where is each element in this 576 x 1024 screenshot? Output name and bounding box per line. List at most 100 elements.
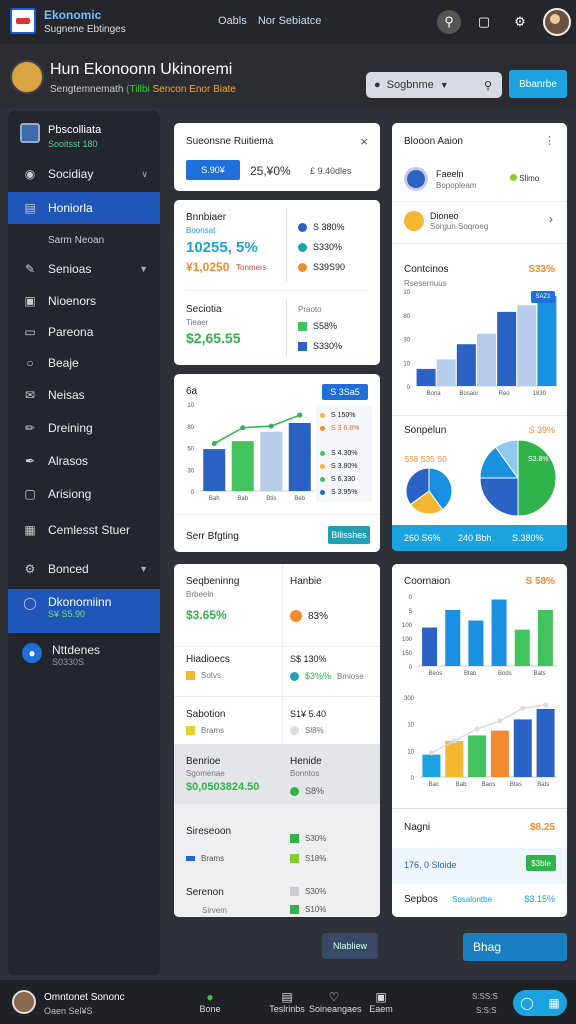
sidebar-item-bonced[interactable]: ⚙ Bonced ▼ bbox=[8, 553, 160, 585]
trend-point bbox=[543, 702, 549, 708]
legend-marker bbox=[290, 671, 299, 681]
y-tick-label: 0 bbox=[191, 490, 195, 496]
profile-avatar[interactable] bbox=[10, 60, 44, 94]
stat-value-orange: ¥1,0250 bbox=[186, 260, 230, 274]
search-icon[interactable]: ⚲ bbox=[484, 79, 492, 92]
chevron-right-icon[interactable]: › bbox=[549, 212, 553, 226]
close-icon[interactable]: × bbox=[360, 134, 368, 149]
card-value-secondary: £ 9.40dles bbox=[310, 166, 352, 176]
card-button[interactable]: S.90¥ bbox=[186, 160, 240, 180]
app-subtitle: Sugnene Ebtinges bbox=[44, 24, 126, 35]
avatar bbox=[404, 211, 424, 231]
divider bbox=[174, 696, 380, 697]
bar-chart: 0 10 10 300 Bac Bab Baos Btas Bats bbox=[404, 696, 557, 788]
more-icon[interactable]: ⋮ bbox=[544, 134, 555, 147]
chart-button[interactable]: S 3Sa5 bbox=[322, 384, 368, 400]
sidebar-item-arisiong[interactable]: ▢ Arisiong bbox=[8, 478, 160, 510]
sidebar-item-label: Nioenors bbox=[48, 294, 97, 308]
x-tick-label: Btas bbox=[510, 782, 522, 788]
chevron-down-icon[interactable]: ∨ bbox=[141, 169, 148, 180]
card-footer-button[interactable]: Bilisshes bbox=[328, 526, 370, 544]
footer-button[interactable]: $3ble bbox=[526, 855, 556, 871]
legend-marker bbox=[298, 321, 307, 331]
sidebar-item-cemlesst[interactable]: ▦ Cemlesst Stuer bbox=[8, 514, 160, 546]
chart-legend: S 150% S 3 6.8% S 4.30% S 3.80% S 6.330 … bbox=[316, 406, 372, 502]
legend-item: S330% bbox=[298, 341, 342, 351]
legend-label: S 3 6.8% bbox=[331, 425, 360, 432]
row-title: Benrioe bbox=[186, 756, 221, 767]
settings-icon[interactable]: ⚙ bbox=[508, 10, 532, 34]
sidebar-item-beaje[interactable]: ○ Beaje bbox=[8, 347, 160, 379]
secondary-button[interactable]: Nlabliew bbox=[322, 933, 378, 959]
search-box[interactable]: ● Sogbnme ▼ ⚲ bbox=[366, 72, 502, 98]
bottom-nav-item[interactable]: ▣ Eaem bbox=[356, 990, 406, 1014]
details-card: Seqbeninng Brbeeln $3.65% Hanbie 83% Hia… bbox=[174, 564, 380, 917]
bottom-nav-item[interactable]: ♡ Soineangaes bbox=[309, 990, 362, 1014]
sidebar-item-neisas[interactable]: ✉ Neisas bbox=[8, 379, 160, 411]
document-icon: ▤ bbox=[281, 990, 293, 1004]
footer-label: Sepbos bbox=[404, 894, 438, 905]
top-nav-link[interactable]: Oabls bbox=[218, 15, 247, 27]
y-tick-label: 0 bbox=[407, 385, 411, 391]
row-sub: Bopopleam bbox=[436, 181, 477, 190]
bar bbox=[517, 305, 537, 386]
y-tick-label: 300 bbox=[404, 696, 415, 702]
header-button[interactable]: Bbanrbe bbox=[509, 70, 567, 98]
card-title: Sueonsne Ruitiema bbox=[186, 136, 274, 147]
sidebar-item-honiorla[interactable]: ▤ Honiorla bbox=[8, 192, 160, 224]
bar bbox=[422, 627, 438, 666]
user-avatar[interactable] bbox=[543, 8, 571, 36]
card-value: 25,¥0% bbox=[250, 164, 291, 178]
primary-button[interactable]: Bhag bbox=[463, 933, 567, 961]
x-tick-label: Bats bbox=[537, 782, 549, 788]
bottom-nav-label: Soineangaes bbox=[309, 1004, 362, 1014]
footer-value: 260 S6% bbox=[404, 533, 441, 543]
bottom-nav-home[interactable]: ● Bone bbox=[185, 990, 235, 1014]
sidebar-item-sub: S¥ S5.90 bbox=[48, 609, 86, 619]
sidebar-logo-icon bbox=[20, 123, 40, 143]
trend-point bbox=[268, 423, 274, 429]
row-value: $3%% bbox=[305, 671, 332, 681]
bar bbox=[491, 599, 507, 666]
sidebar-item-senioas[interactable]: ✎ Senioas ▼ bbox=[8, 253, 160, 285]
sidebar-item-dkonomiinn[interactable]: ◯ Dkonomiinn S¥ S5.90 bbox=[8, 589, 160, 633]
chevron-down-icon[interactable]: ▼ bbox=[139, 564, 148, 574]
user-avatar[interactable] bbox=[12, 990, 36, 1014]
chevron-down-icon[interactable]: ▼ bbox=[139, 264, 148, 274]
row-sub: Bmiose bbox=[337, 671, 364, 681]
x-tick-label: Bab bbox=[237, 496, 248, 502]
sidebar-item-label: Pareona bbox=[48, 325, 94, 339]
screen-icon: ▢ bbox=[24, 487, 36, 501]
sidebar-item-socidiay[interactable]: ◉ Socidiay ∨ bbox=[8, 158, 160, 190]
sidebar-profile[interactable]: ● Nttdenes S0330S bbox=[8, 639, 160, 677]
heart-icon: ♡ bbox=[328, 990, 340, 1004]
legend-marker bbox=[320, 413, 325, 418]
sidebar-item-nioenors[interactable]: ▣ Nioenors bbox=[8, 285, 160, 317]
bar bbox=[513, 719, 532, 777]
bottom-action-toggle[interactable]: ◯ ▦ bbox=[513, 990, 567, 1016]
row-title: Sireseoon bbox=[186, 826, 232, 837]
top-nav-link[interactable]: Nor Sebiatce bbox=[258, 15, 322, 27]
x-tick-label: Bats bbox=[534, 671, 546, 677]
sidebar-item-pareona[interactable]: ▭ Pareona bbox=[8, 316, 160, 348]
app-title: Ekonomic bbox=[44, 8, 102, 22]
row-title: S1¥ 5.40 bbox=[290, 709, 327, 719]
bottom-nav-item[interactable]: ▤ Teslrinbs bbox=[262, 990, 312, 1014]
row-item: S8% bbox=[290, 786, 324, 796]
bar bbox=[514, 629, 530, 666]
sidebar-item-dreining[interactable]: ✏ Dreining bbox=[8, 412, 160, 444]
sidebar-subitem[interactable]: Sarm Neoan bbox=[8, 224, 160, 256]
chat-icon[interactable]: ▢ bbox=[472, 10, 496, 34]
search-icon[interactable]: ⚲ bbox=[437, 10, 461, 34]
sidebar-item-alrasos[interactable]: ✒ Alrasos bbox=[8, 445, 160, 477]
app-logo[interactable] bbox=[10, 8, 36, 34]
top-nav: Oabls Nor Sebiatce bbox=[218, 15, 329, 27]
sidebar-item-label: Alrasos bbox=[48, 454, 89, 468]
divider bbox=[392, 243, 567, 244]
row-value: Slimo bbox=[510, 174, 539, 183]
chevron-down-icon[interactable]: ▼ bbox=[440, 80, 449, 90]
sidebar: Pbscolliata Sooitsst 180 ◉ Socidiay ∨ ▤ Hon… bbox=[8, 111, 160, 975]
row-value: S30% bbox=[305, 834, 327, 843]
sidebar-item-label: Arisiong bbox=[48, 487, 92, 501]
trend-point bbox=[428, 750, 434, 756]
